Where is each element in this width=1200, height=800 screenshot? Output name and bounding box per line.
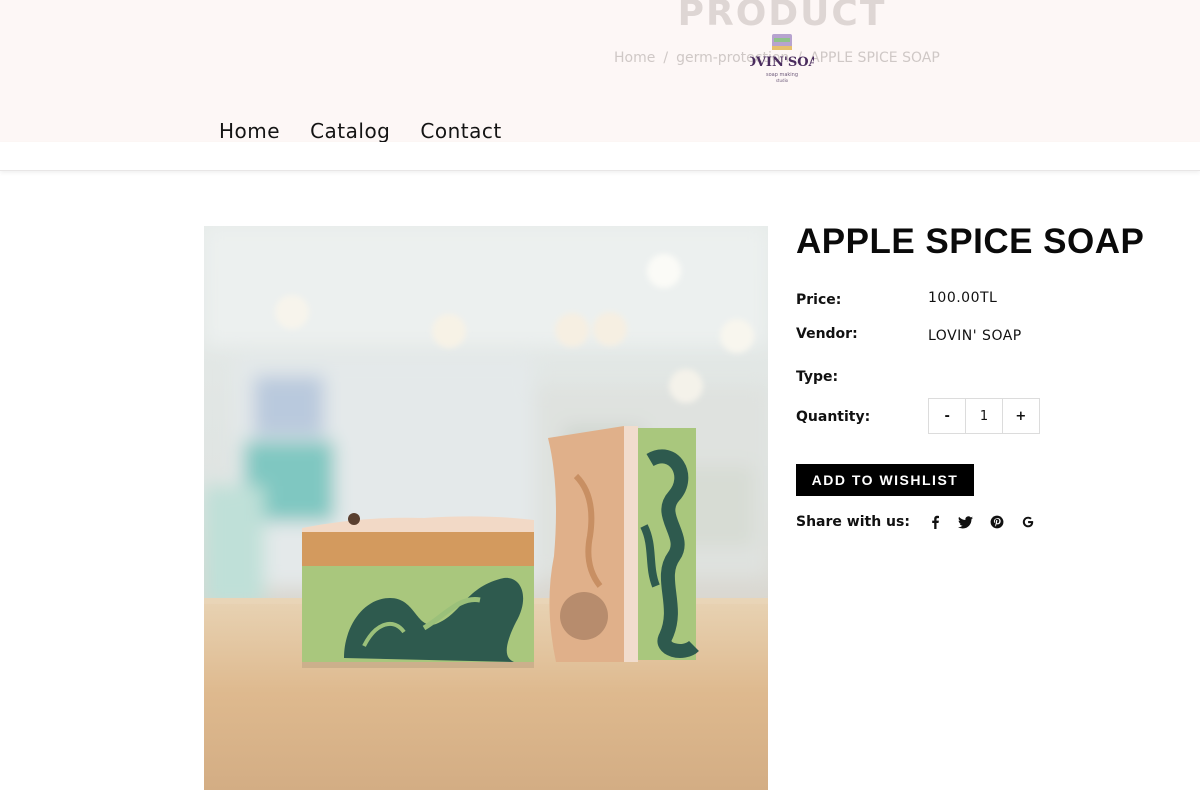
twitter-icon[interactable] [954,510,978,534]
svg-text:LOVIN'SOAP: LOVIN'SOAP [750,55,814,70]
pinterest-icon[interactable] [985,510,1009,534]
product-image[interactable] [204,226,768,790]
quantity-decrease-button[interactable]: - [929,399,965,433]
store-logo[interactable]: LOVIN'SOAP soap making studio [750,32,814,88]
vendor-label: Vendor: [796,326,858,342]
soap-bar-left [302,513,534,668]
page-heading: PRODUCT [677,0,887,34]
quantity-label: Quantity: [796,409,871,425]
vendor-value[interactable]: LOVIN' SOAP [928,324,1022,348]
google-icon[interactable] [1016,510,1040,534]
product-title: APPLE SPICE SOAP [796,222,1145,261]
price-label: Price: [796,292,842,308]
main-nav: Home Catalog Contact [219,117,502,145]
breadcrumb-current: APPLE SPICE SOAP [810,50,940,66]
breadcrumb-separator: / [663,50,669,66]
nav-catalog[interactable]: Catalog [310,117,390,145]
add-to-wishlist-button[interactable]: ADD TO WISHLIST [796,464,974,496]
quantity-input[interactable]: 1 [965,399,1003,433]
share-label: Share with us: [796,514,910,530]
soap-bar-right [548,426,699,662]
price-value: 100.00TL [928,290,998,306]
quantity-increase-button[interactable]: + [1003,399,1039,433]
nav-home[interactable]: Home [219,117,280,145]
quantity-stepper: - 1 + [928,398,1040,434]
facebook-icon[interactable] [923,510,947,534]
nav-contact[interactable]: Contact [420,117,501,145]
type-label: Type: [796,369,839,385]
svg-text:studio: studio [776,78,789,83]
header-divider [0,142,1200,171]
breadcrumb-home[interactable]: Home [614,48,655,68]
share-bar: Share with us: [796,510,1040,534]
